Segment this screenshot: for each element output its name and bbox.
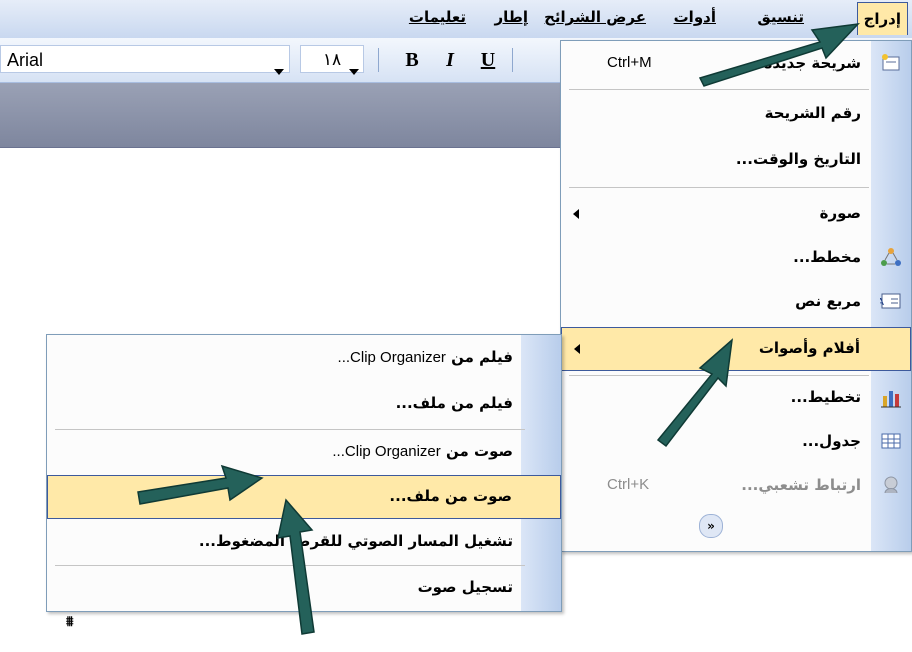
placeholder-mark: ⩩ [66, 614, 74, 630]
annotation-arrows [137, 22, 860, 635]
arrow-to-insert-menu [698, 22, 860, 87]
arrow-to-sound-file [277, 498, 315, 635]
arrow-to-movies-sounds [656, 338, 734, 448]
arrow-to-sound-clip-organizer [137, 464, 264, 505]
